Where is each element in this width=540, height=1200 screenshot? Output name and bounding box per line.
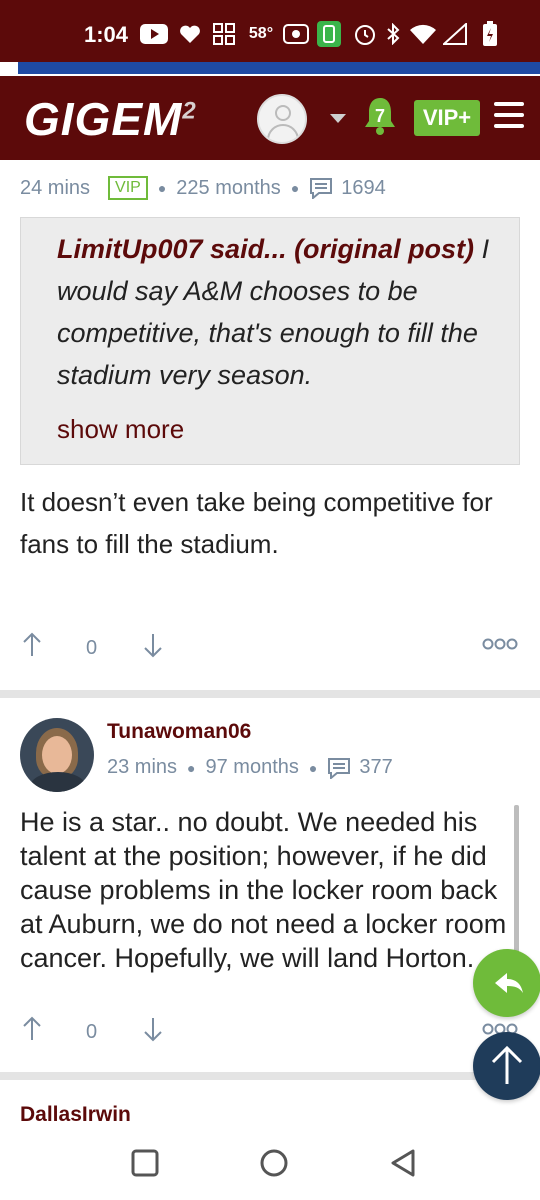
- post-meta: 23 mins ● 97 months ● 377: [107, 756, 393, 780]
- heart-icon: [178, 22, 202, 46]
- upvote-arrow-icon[interactable]: [22, 1016, 42, 1048]
- avatar[interactable]: [20, 718, 94, 792]
- temperature: 58°: [248, 25, 274, 42]
- grid-icon: [212, 22, 236, 46]
- post-tenure: 97 months: [205, 756, 299, 778]
- arrow-up-icon: [491, 1045, 523, 1084]
- caret-down-icon[interactable]: [330, 114, 346, 123]
- downvote-arrow-icon[interactable]: [143, 1016, 163, 1048]
- ad-strip: [0, 62, 540, 76]
- show-more-link[interactable]: show more: [57, 414, 184, 445]
- alarm-icon: [352, 22, 378, 46]
- battery-saver-icon: [316, 21, 342, 47]
- vote-bar: 0: [22, 1016, 163, 1048]
- back-icon[interactable]: [389, 1148, 417, 1183]
- scrollbar[interactable]: [514, 805, 519, 965]
- avatar-icon[interactable]: [257, 94, 307, 144]
- quote-block: LimitUp007 said... (original post) I wou…: [20, 217, 520, 465]
- post-meta: 24 mins VIP ● 225 months ● 1694: [20, 176, 386, 201]
- quote-author[interactable]: LimitUp007 said... (original post): [57, 234, 474, 264]
- downvote-arrow-icon[interactable]: [143, 632, 163, 664]
- ad-banner[interactable]: [18, 62, 540, 74]
- comment-icon: [327, 757, 351, 780]
- post-time: 24 mins: [20, 176, 91, 199]
- post-body: He is a star.. no doubt. We needed his t…: [20, 807, 507, 973]
- battery-icon: [480, 21, 500, 46]
- youtube-icon: [140, 22, 168, 46]
- reply-icon: [495, 973, 523, 993]
- reply-button[interactable]: [473, 949, 540, 1017]
- menu-icon[interactable]: [494, 102, 524, 130]
- logo-text: GIGEM: [24, 93, 183, 145]
- radio-icon: [282, 22, 310, 46]
- status-bar: 1:04 58°: [0, 0, 540, 62]
- recents-icon[interactable]: [131, 1149, 159, 1182]
- upvote-arrow-icon[interactable]: [22, 632, 42, 664]
- more-options-icon[interactable]: [482, 635, 518, 656]
- post-body: It doesn’t even take being competitive f…: [20, 487, 493, 559]
- bell-icon[interactable]: 7: [362, 96, 398, 136]
- vote-bar: 0: [22, 632, 163, 664]
- post-count: 377: [359, 756, 393, 778]
- vote-count: 0: [86, 1020, 98, 1043]
- username[interactable]: DallasIrwin: [20, 1103, 131, 1127]
- vip-plus-button[interactable]: VIP+: [414, 100, 480, 136]
- post-separator: [0, 1072, 540, 1080]
- wifi-icon: [408, 22, 438, 46]
- logo-sup: 2: [182, 97, 197, 125]
- bluetooth-icon: [384, 22, 402, 46]
- vote-count: 0: [86, 636, 98, 659]
- quote-text: LimitUp007 said... (original post) I wou…: [57, 234, 490, 390]
- notification-count: 7: [374, 106, 385, 126]
- site-logo[interactable]: GIGEM2: [24, 92, 197, 146]
- post-time: 23 mins: [107, 756, 178, 778]
- status-time: 1:04: [84, 22, 129, 47]
- vip-badge: VIP: [108, 176, 148, 200]
- system-nav-bar: [0, 1128, 540, 1200]
- post-separator: [0, 690, 540, 698]
- site-header: GIGEM2 7 VIP+: [0, 76, 540, 160]
- post-count: 1694: [341, 176, 386, 199]
- username[interactable]: Tunawoman06: [107, 720, 251, 744]
- comment-icon: [309, 177, 333, 201]
- signal-icon: [442, 22, 468, 46]
- scroll-top-button[interactable]: [473, 1032, 540, 1100]
- post-tenure: 225 months: [176, 176, 281, 199]
- home-icon[interactable]: [259, 1148, 289, 1183]
